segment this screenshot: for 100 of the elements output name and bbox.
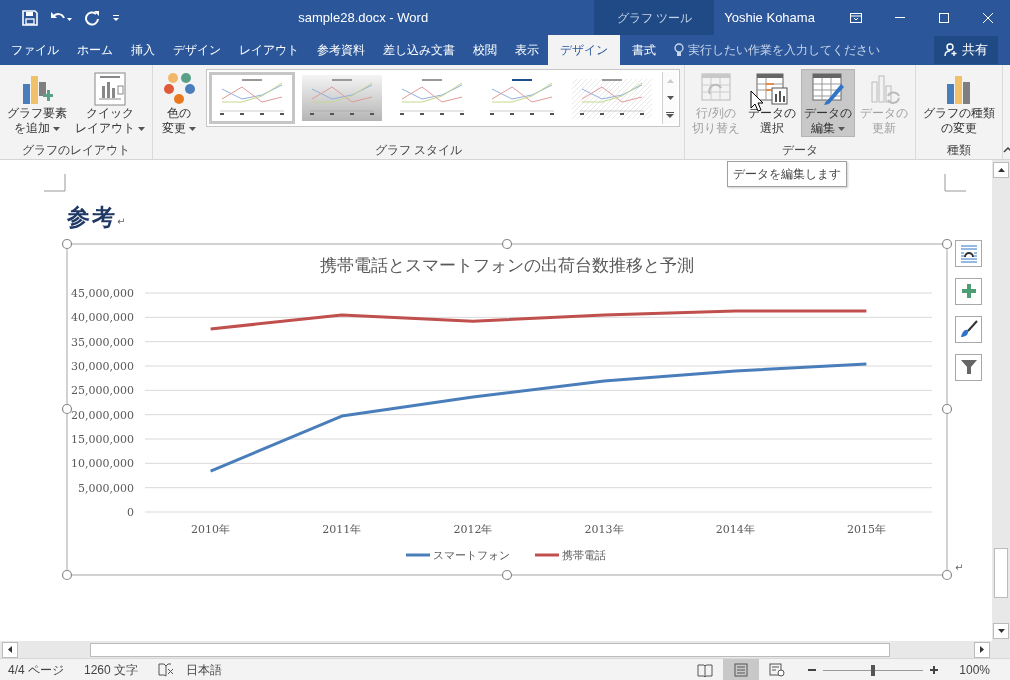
book-icon [697,662,714,677]
table-pencil-icon [812,72,844,106]
collapse-ribbon-icon[interactable] [1003,147,1010,153]
caret-icon [138,126,145,131]
context-tab-label: グラフ ツール [616,9,693,27]
print-layout-button[interactable] [723,658,760,680]
ribbon-button[interactable]: グラフの種類 の変更 [920,69,998,137]
zoom-in-icon[interactable] [929,664,940,675]
resize-handle[interactable] [61,238,73,249]
ribbon-tab[interactable]: 挿入 [122,35,164,65]
axis-label: 15,000,000 [71,432,134,446]
tell-me-field[interactable]: 実行したい作業を入力してください [688,41,880,59]
caret-down-icon [666,96,674,100]
scroll-right-button[interactable] [974,641,990,658]
ribbon-button[interactable]: クイック レイアウト [72,69,148,137]
person-add-icon [944,43,958,57]
ribbon-tab[interactable]: 差し込み文書 [374,35,464,65]
legend-label: スマートフォン [433,548,510,562]
ribbon-tab[interactable]: 表示 [506,35,548,65]
caret-left-icon [8,646,12,653]
word-count[interactable]: 1260 文字 [84,660,139,679]
caret-icon [189,126,196,131]
minimize-icon [895,16,906,19]
filter-icon [960,359,977,375]
window-title: sample28.docx - Word [298,9,429,25]
axis-label: 30,000,000 [71,359,134,373]
margin-mark [44,174,66,192]
chart-frame[interactable] [66,243,948,575]
scroll-thumb[interactable] [994,548,1008,598]
chart-styles-button[interactable] [955,315,982,343]
expand-icon [666,112,674,119]
margin-mark [944,174,966,192]
chart-style-thumbnail[interactable] [209,72,295,124]
table-chart-icon [756,72,788,106]
zoom-level[interactable]: 100% [959,660,990,679]
axis-label: 2011年 [322,522,362,536]
resize-handle[interactable] [941,569,953,580]
scroll-left-button[interactable] [2,641,18,658]
refresh-chart-icon [868,72,900,106]
caret-icon [838,126,845,131]
axis-label: 2015年 [846,522,886,536]
ribbon-tab[interactable]: 書式 [620,35,668,65]
ribbon-tab[interactable]: ファイル [2,35,68,65]
chart-style-thumbnail[interactable] [299,72,385,124]
caret-up-icon [997,168,1005,172]
group-label: データ [782,143,818,157]
scroll-thumb[interactable] [90,642,890,657]
resize-handle[interactable] [61,403,73,414]
customize-caret-icon[interactable] [112,13,120,22]
language[interactable]: 日本語 [186,660,223,679]
resize-handle[interactable] [501,238,513,249]
resize-handle[interactable] [501,569,513,580]
ribbon-tab[interactable]: ホーム [68,35,122,65]
chart-title: 携帯電話とスマートフォンの出荷台数推移と予測 [320,254,694,275]
heading: 参考 [67,204,117,230]
legend-swatch [535,553,559,556]
caret-icon [53,126,60,131]
share-button[interactable]: 共有 [934,36,998,64]
legend-label: 携帯電話 [562,548,606,562]
resize-handle[interactable] [941,238,953,249]
axis-label: 40,000,000 [71,310,134,324]
redo-icon[interactable] [84,9,100,26]
axis-label: 35,000,000 [71,335,134,349]
axis-label: 25,000,000 [71,383,134,397]
color-palette-icon [163,72,195,106]
lightbulb-icon [674,43,684,57]
scroll-up-button[interactable] [993,162,1009,178]
paintbrush-icon [959,320,978,338]
ribbon-button[interactable]: データの 編集 [801,69,855,137]
resize-handle[interactable] [61,569,73,580]
axis-label: 45,000,000 [71,286,134,300]
chart-elements-button[interactable] [955,277,982,305]
chart-filters-button[interactable] [955,353,982,381]
axis-label: 2013年 [584,522,624,536]
chart-layout-icon [94,72,126,106]
ribbon-tab[interactable]: 参考資料 [308,35,374,65]
user-name[interactable]: Yoshie Kohama [724,7,815,28]
ribbon-tab[interactable]: レイアウト [230,35,308,65]
ribbon-button[interactable]: グラフ要素 を追加 [4,69,70,137]
plus-icon [961,284,976,298]
window-layout-icon [850,12,863,23]
proofing-icon[interactable] [158,662,175,677]
save-icon[interactable] [22,9,38,26]
ribbon-tab[interactable]: デザイン [548,35,620,65]
axis-label: 2012年 [453,522,493,536]
group-label: グラフのレイアウト [22,143,130,157]
page-count[interactable]: 4/4 ページ [8,660,64,679]
tooltip: データを編集します [727,161,847,187]
caret-down-icon [997,629,1005,633]
ribbon-button[interactable]: 色の 変更 [157,69,201,137]
group-label: 種類 [947,143,971,157]
layout-options-button[interactable] [955,239,982,267]
paragraph-mark: ↵ [117,216,126,227]
ribbon-tab[interactable]: 校閲 [464,35,506,65]
resize-handle[interactable] [941,403,953,414]
legend-swatch [406,553,430,556]
ribbon-tab[interactable]: デザイン [164,35,230,65]
group-label: グラフ スタイル [374,143,463,157]
scroll-down-button[interactable] [993,623,1009,639]
zoom-slider[interactable] [823,662,924,677]
